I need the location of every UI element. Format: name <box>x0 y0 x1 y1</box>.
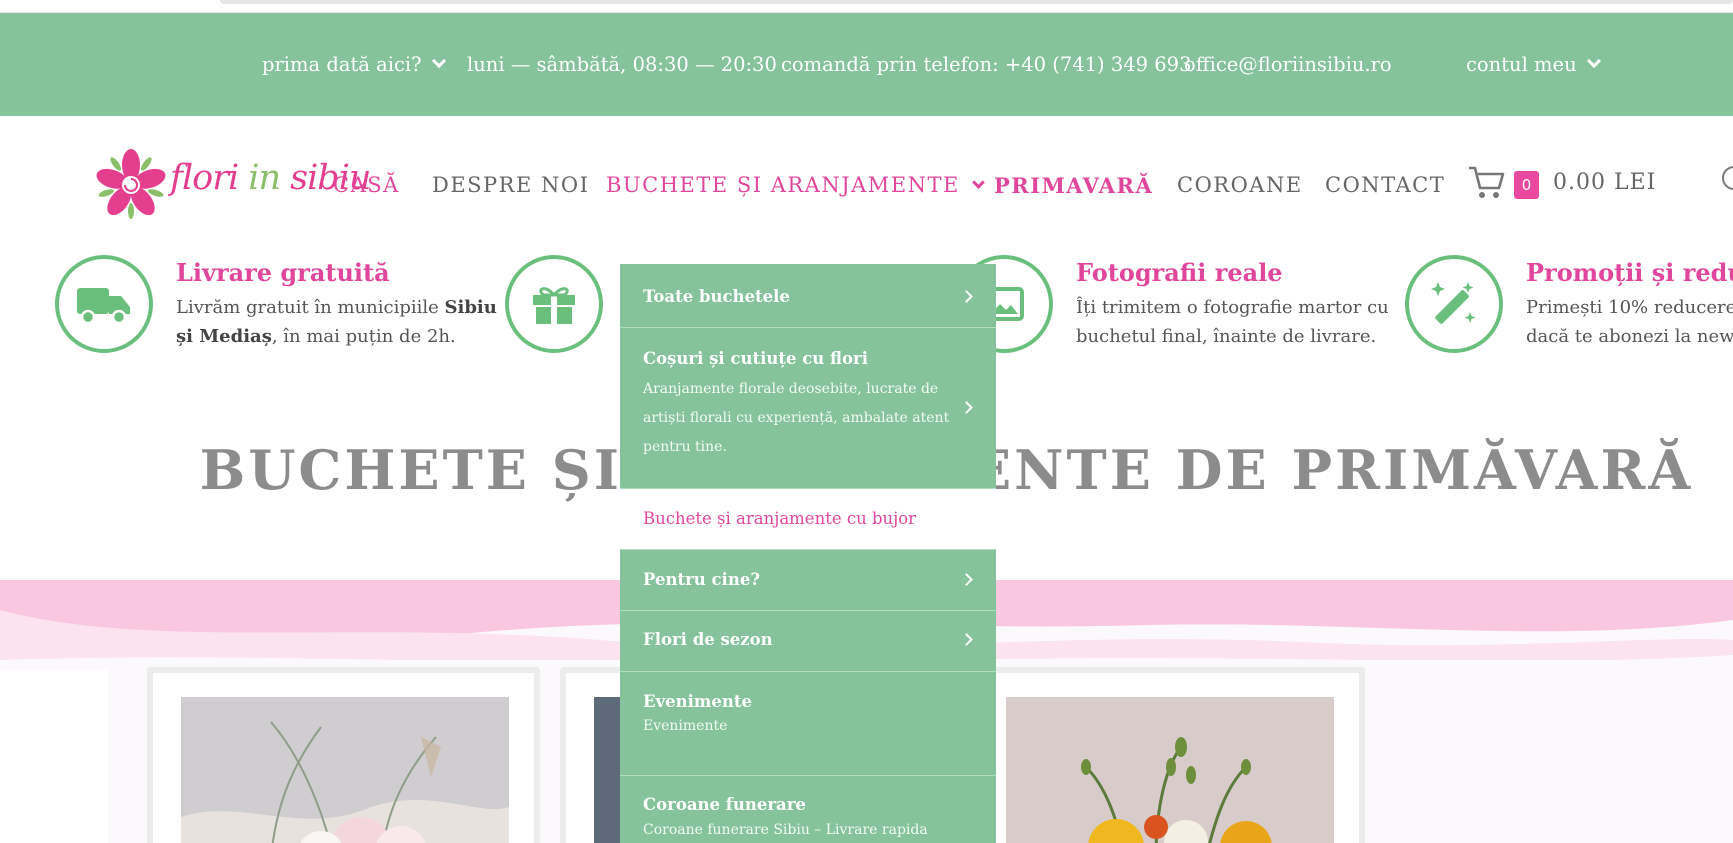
account-label: contul meu <box>1466 53 1577 76</box>
nav-home[interactable]: CASĂ <box>333 173 400 197</box>
cart-count-badge[interactable]: 0 <box>1514 171 1539 199</box>
feature-promo-text-2: dacă te abonezi la news <box>1526 326 1733 347</box>
feature-gift-circle <box>505 255 603 353</box>
nav-bouquets[interactable]: BUCHETE ȘI ARANJAMENTE <box>606 173 985 197</box>
email-link[interactable]: office@floriinsibiu.ro <box>1184 53 1392 76</box>
dropdown-item-label: Buchete și aranjamente cu bujor <box>643 509 917 528</box>
dropdown-item-seasonal[interactable]: Flori de sezon <box>620 611 996 672</box>
feature-photos-title: Fotografii reale <box>1076 258 1283 287</box>
phone-order[interactable]: comandă prin telefon: +40 (741) 349 693 <box>781 53 1192 76</box>
chevron-down-icon <box>971 176 985 189</box>
chevron-right-icon <box>960 573 973 586</box>
dropdown-item-events[interactable]: Evenimente Evenimente <box>620 672 996 776</box>
dropdown-item-label: Evenimente <box>643 692 752 711</box>
dropdown-item-description: Evenimente <box>643 718 728 734</box>
first-time-menu[interactable]: prima dată aici? <box>262 53 446 76</box>
dropdown-item-baskets[interactable]: Coșuri și cutiuțe cu flori Aranjamente f… <box>620 328 996 489</box>
feature-delivery-text-2: și Mediaș, în mai puțin de 2h. <box>176 326 456 347</box>
dropdown-item-label: Flori de sezon <box>643 630 773 649</box>
nav-contact[interactable]: CONTACT <box>1325 173 1445 197</box>
search-icon[interactable] <box>1722 166 1733 190</box>
feature-photos-text-2: buchetul final, înainte de livrare. <box>1076 326 1377 347</box>
product-photo[interactable] <box>1006 697 1334 843</box>
dropdown-item-label: Toate buchetele <box>643 287 790 306</box>
feature-delivery-text-1: Livrăm gratuit în municipiile Sibiu <box>176 297 497 318</box>
chevron-down-icon <box>1586 53 1601 69</box>
truck-icon <box>77 288 130 325</box>
cart-icon[interactable] <box>1467 164 1507 200</box>
top-info-bar: prima dată aici? luni — sâmbătă, 08:30 —… <box>0 13 1733 116</box>
nav-bouquets-label: BUCHETE ȘI ARANJAMENTE <box>606 173 960 197</box>
dropdown-item-funeral-wreaths[interactable]: Coroane funerare Coroane funerare Sibiu … <box>620 776 996 843</box>
chevron-right-icon <box>960 633 973 646</box>
nav-spring[interactable]: PRIMAVARĂ <box>994 173 1153 198</box>
nav-wreaths[interactable]: COROANE <box>1177 173 1303 197</box>
feature-photos-text-1: Îți trimitem o fotografie martor cu <box>1076 297 1389 318</box>
dropdown-item-description: Coroane funerare Sibiu – Livrare rapida <box>643 822 928 838</box>
dropdown-item-all-bouquets[interactable]: Toate buchetele <box>620 264 996 328</box>
product-photo[interactable] <box>181 697 509 843</box>
dropdown-item-label: Coșuri și cutiuțe cu flori <box>643 349 868 368</box>
bouquets-dropdown-menu: Toate buchetele Coșuri și cutiuțe cu flo… <box>620 264 996 843</box>
cart-total[interactable]: 0.00 LEI <box>1553 170 1656 195</box>
dropdown-item-for-whom[interactable]: Pentru cine? <box>620 550 996 611</box>
opening-hours: luni — sâmbătă, 08:30 — 20:30 <box>467 53 777 76</box>
chevron-right-icon <box>960 290 973 303</box>
account-menu[interactable]: contul meu <box>1466 53 1601 76</box>
feature-promo-circle <box>1405 255 1503 353</box>
feature-delivery-title: Livrare gratuită <box>176 258 390 287</box>
scrollbar-thumb[interactable] <box>220 0 1733 4</box>
feature-promo-text-1: Primești 10% reducere p <box>1526 297 1733 318</box>
dropdown-item-label: Pentru cine? <box>643 570 760 589</box>
dropdown-item-peony[interactable]: Buchete și aranjamente cu bujor <box>620 489 996 550</box>
feature-promo-title: Promoții și reduc <box>1526 258 1733 287</box>
nav-about[interactable]: DESPRE NOI <box>432 173 589 197</box>
chevron-down-icon <box>431 53 446 69</box>
dropdown-item-label: Coroane funerare <box>643 795 806 814</box>
dropdown-item-description: Aranjamente florale deosebite, lucrate d… <box>643 381 950 455</box>
magic-wand-icon <box>1431 282 1476 324</box>
browser-scroll-edge <box>0 0 1733 13</box>
first-time-label: prima dată aici? <box>262 53 422 76</box>
logo-flower-icon[interactable] <box>95 148 175 222</box>
feature-delivery-circle <box>55 255 153 353</box>
gift-icon <box>533 287 575 324</box>
